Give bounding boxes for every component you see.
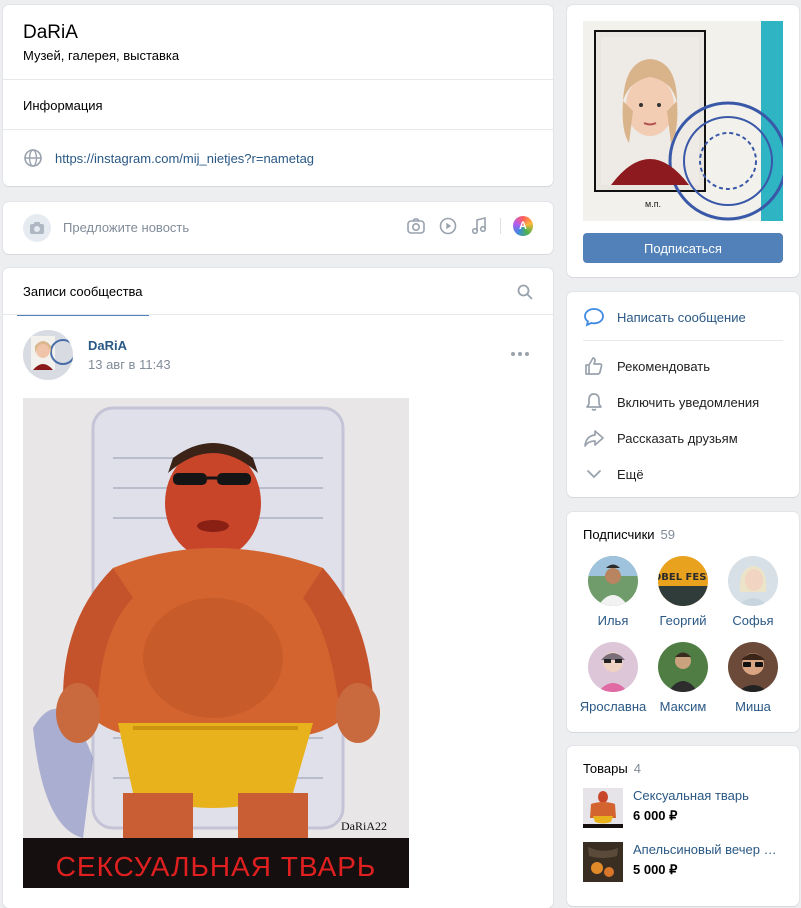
subscriber-item[interactable]: Ярославна (578, 642, 648, 714)
post-image[interactable]: DaRiA22 СЕКСУАЛЬНАЯ ТВАРЬ (23, 398, 409, 888)
camera-icon (23, 214, 51, 242)
goods-item-name: Сексуальная тварь (633, 788, 749, 803)
music-attach-icon[interactable] (470, 216, 488, 236)
group-name: DaRiA (23, 22, 78, 43)
subscriber-item[interactable]: Максим (648, 642, 718, 714)
share-label: Рассказать друзьям (617, 430, 738, 446)
subscriber-item[interactable]: OBEL FEST Георгий (648, 556, 718, 628)
subscribe-button[interactable]: Подписаться (583, 233, 783, 263)
recommend-action[interactable]: Рекомендовать (583, 356, 710, 376)
subscriber-name: Миша (735, 699, 771, 714)
post-menu-icon[interactable] (511, 352, 529, 356)
painting-signature: DaRiA22 (341, 819, 387, 833)
goods-title: Товары (583, 761, 628, 776)
avatar-badge-text: OBEL FEST (658, 572, 708, 583)
avatar-letter: A (519, 220, 527, 232)
globe-icon (24, 149, 42, 167)
subscribers-card: Подписчики 59 Илья OBEL FEST Георгий Софь… (567, 512, 799, 732)
write-message-action[interactable]: Написать сообщение (583, 307, 746, 327)
subscriber-name: Георгий (659, 613, 707, 628)
goods-item-name: Апельсиновый вечер 2... (633, 842, 778, 857)
goods-item[interactable]: Сексуальная тварь 6 000 ₽ (583, 788, 778, 828)
avatar (588, 642, 638, 692)
notifications-label: Включить уведомления (617, 394, 760, 410)
suggest-post-card: Предложите новость A (3, 202, 553, 254)
post-author-name[interactable]: DaRiA (88, 338, 127, 353)
stamp-label: м.п. (645, 199, 661, 209)
subscriber-item[interactable]: Илья (578, 556, 648, 628)
share-arrow-icon (584, 430, 604, 447)
community-avatar[interactable]: м.п. (583, 21, 783, 221)
bell-icon (586, 393, 602, 411)
goods-count: 4 (633, 761, 641, 776)
write-message-label: Написать сообщение (617, 309, 746, 325)
avatar (728, 642, 778, 692)
chevron-down-icon (587, 470, 601, 479)
profile-photo-card: м.п. Подписаться (567, 5, 799, 277)
goods-header[interactable]: Товары 4 (583, 761, 641, 776)
subscriber-item[interactable]: Софья (718, 556, 788, 628)
enable-notifications-action[interactable]: Включить уведомления (583, 392, 759, 412)
subscribers-count: 59 (660, 527, 675, 542)
divider (583, 340, 783, 341)
avatar (728, 556, 778, 606)
avatar (588, 556, 638, 606)
attach-toolbar: A (406, 216, 533, 236)
goods-item[interactable]: Апельсиновый вечер 2... 5 000 ₽ (583, 842, 778, 882)
video-attach-icon[interactable] (438, 216, 458, 236)
search-icon[interactable] (517, 284, 533, 300)
subscriber-name: Софья (732, 613, 774, 628)
avatar: OBEL FEST (658, 556, 708, 606)
divider (3, 314, 553, 315)
group-category: Музей, галерея, выставка (23, 48, 180, 63)
subscriber-item[interactable]: Миша (718, 642, 788, 714)
goods-item-price: 5 000 ₽ (633, 862, 678, 877)
message-icon (584, 308, 604, 327)
suggest-input[interactable]: Предложите новость (63, 220, 189, 235)
goods-thumbnail (583, 842, 623, 882)
author-avatar-button[interactable]: A (513, 216, 533, 236)
painting-caption: СЕКСУАЛЬНАЯ ТВАРЬ (56, 851, 377, 882)
subscriber-name: Ярославна (579, 699, 647, 714)
divider (3, 129, 553, 130)
actions-card: Написать сообщение Рекомендовать Включит… (567, 292, 799, 497)
info-section-label[interactable]: Информация (23, 98, 103, 113)
subscriber-name: Максим (659, 699, 707, 714)
wall-card: Записи сообщества DaRiA 13 авг в 11:43 D… (3, 268, 553, 908)
more-label: Ещё (617, 466, 644, 482)
subscribers-title: Подписчики (583, 527, 655, 542)
goods-thumbnail (583, 788, 623, 828)
avatar (658, 642, 708, 692)
goods-card: Товары 4 Сексуальная тварь 6 000 ₽ Апельс… (567, 746, 799, 906)
recommend-label: Рекомендовать (617, 358, 710, 374)
post-author-avatar[interactable] (23, 330, 73, 380)
website-link[interactable]: https://instagram.com/mij_nietjes?r=name… (55, 151, 314, 166)
photo-attach-icon[interactable] (406, 217, 426, 235)
group-header-card: DaRiA Музей, галерея, выставка Информаци… (3, 5, 553, 186)
goods-item-price: 6 000 ₽ (633, 808, 678, 823)
thumbs-up-icon (585, 357, 603, 375)
divider (3, 79, 553, 80)
post-date[interactable]: 13 авг в 11:43 (88, 357, 171, 372)
subscribers-header[interactable]: Подписчики 59 (583, 527, 675, 542)
website-row: https://instagram.com/mij_nietjes?r=name… (23, 148, 314, 168)
subscriber-name: Илья (597, 613, 629, 628)
toolbar-divider (500, 218, 501, 234)
tab-community-posts[interactable]: Записи сообщества (17, 268, 149, 316)
more-action[interactable]: Ещё (583, 464, 644, 484)
share-action[interactable]: Рассказать друзьям (583, 428, 738, 448)
